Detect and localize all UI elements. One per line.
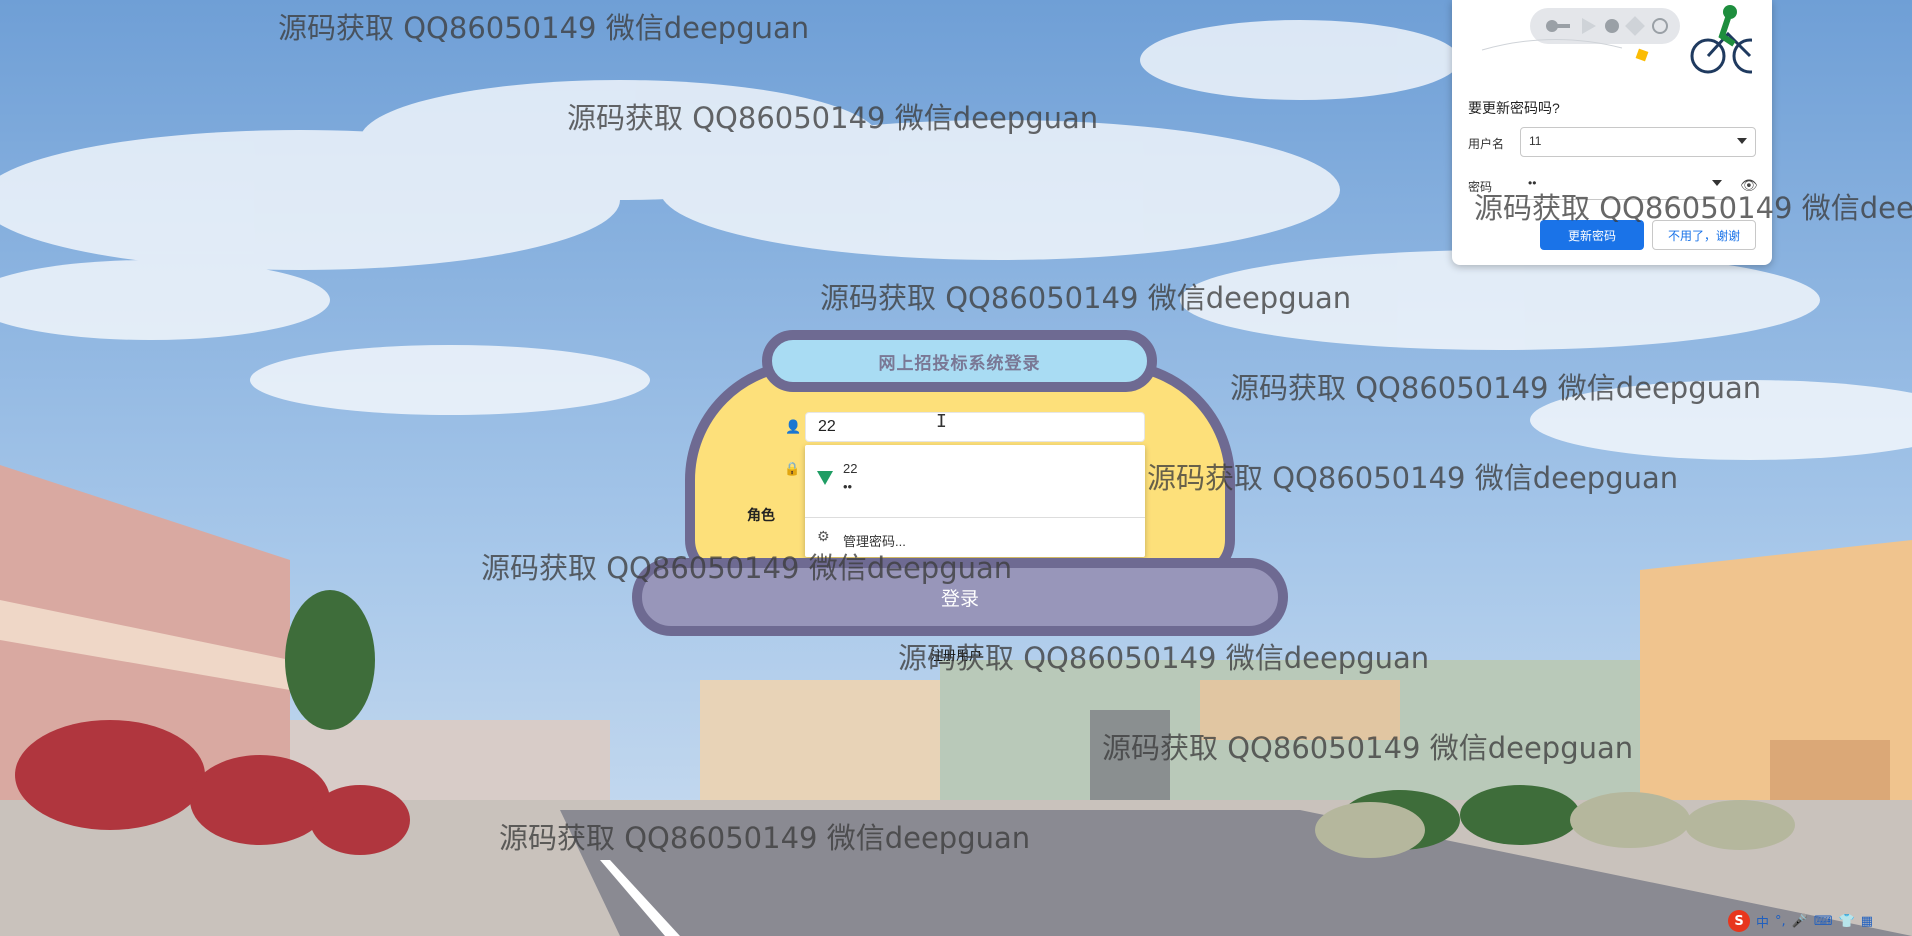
user-icon: 👤 <box>785 420 802 435</box>
autofill-entry-user: 22 <box>843 461 858 476</box>
skin-icon[interactable]: 👕 <box>1839 914 1855 929</box>
password-select-value: •• <box>1528 176 1537 190</box>
login-title: 网上招投标系统登录 <box>878 353 1041 373</box>
grid-icon[interactable]: ▦ <box>1861 914 1873 929</box>
divider <box>805 517 1145 518</box>
chevron-down-icon <box>1737 138 1747 144</box>
chevron-down-icon <box>1712 180 1722 186</box>
autofill-entry-password: •• <box>843 479 853 494</box>
eye-icon[interactable]: 👁 <box>1740 178 1758 194</box>
password-select[interactable]: •• <box>1520 170 1730 200</box>
login-title-banner: 网上招投标系统登录 <box>762 330 1157 392</box>
password-update-bubble: 要更新密码吗? 用户名 11 密码 •• 👁 更新密码 不用了，谢谢 <box>1452 0 1772 265</box>
ime-mode-item[interactable]: 中 <box>1756 912 1769 931</box>
username-select[interactable]: 11 <box>1520 127 1756 157</box>
manage-passwords-item[interactable]: ⚙ 管理密码... <box>805 525 1145 555</box>
lock-icon: 🔒 <box>784 462 801 477</box>
login-button[interactable]: 登录 <box>632 558 1288 636</box>
password-bubble-title: 要更新密码吗? <box>1468 100 1560 116</box>
autofill-entry[interactable]: 22 •• <box>805 445 1145 517</box>
ime-logo[interactable]: S <box>1728 910 1750 932</box>
keyboard-icon[interactable]: ⌨ <box>1814 914 1833 929</box>
text-cursor-icon: I <box>936 411 947 432</box>
gear-icon: ⚙ <box>817 529 830 545</box>
autofill-dropdown: 22 •• ⚙ 管理密码... <box>805 445 1145 557</box>
manage-passwords-label: 管理密码... <box>843 534 906 549</box>
username-select-value: 11 <box>1529 134 1542 148</box>
update-password-button[interactable]: 更新密码 <box>1540 220 1644 250</box>
ime-toolbar: S 中 °, 🎤 ⌨ 👕 ▦ <box>1728 910 1873 932</box>
microphone-icon[interactable]: 🎤 <box>1792 914 1808 929</box>
password-label: 密码 <box>1468 180 1493 194</box>
register-link[interactable]: 注册用户 <box>930 645 982 664</box>
username-label: 用户名 <box>1468 137 1505 151</box>
key-icon <box>817 471 833 485</box>
role-label: 角色 <box>747 507 775 523</box>
ime-punct-item[interactable]: °, <box>1775 914 1786 929</box>
username-input[interactable] <box>805 412 1145 442</box>
login-button-label: 登录 <box>940 588 979 610</box>
password-illustration <box>1481 5 1752 74</box>
dismiss-button[interactable]: 不用了，谢谢 <box>1652 220 1756 250</box>
